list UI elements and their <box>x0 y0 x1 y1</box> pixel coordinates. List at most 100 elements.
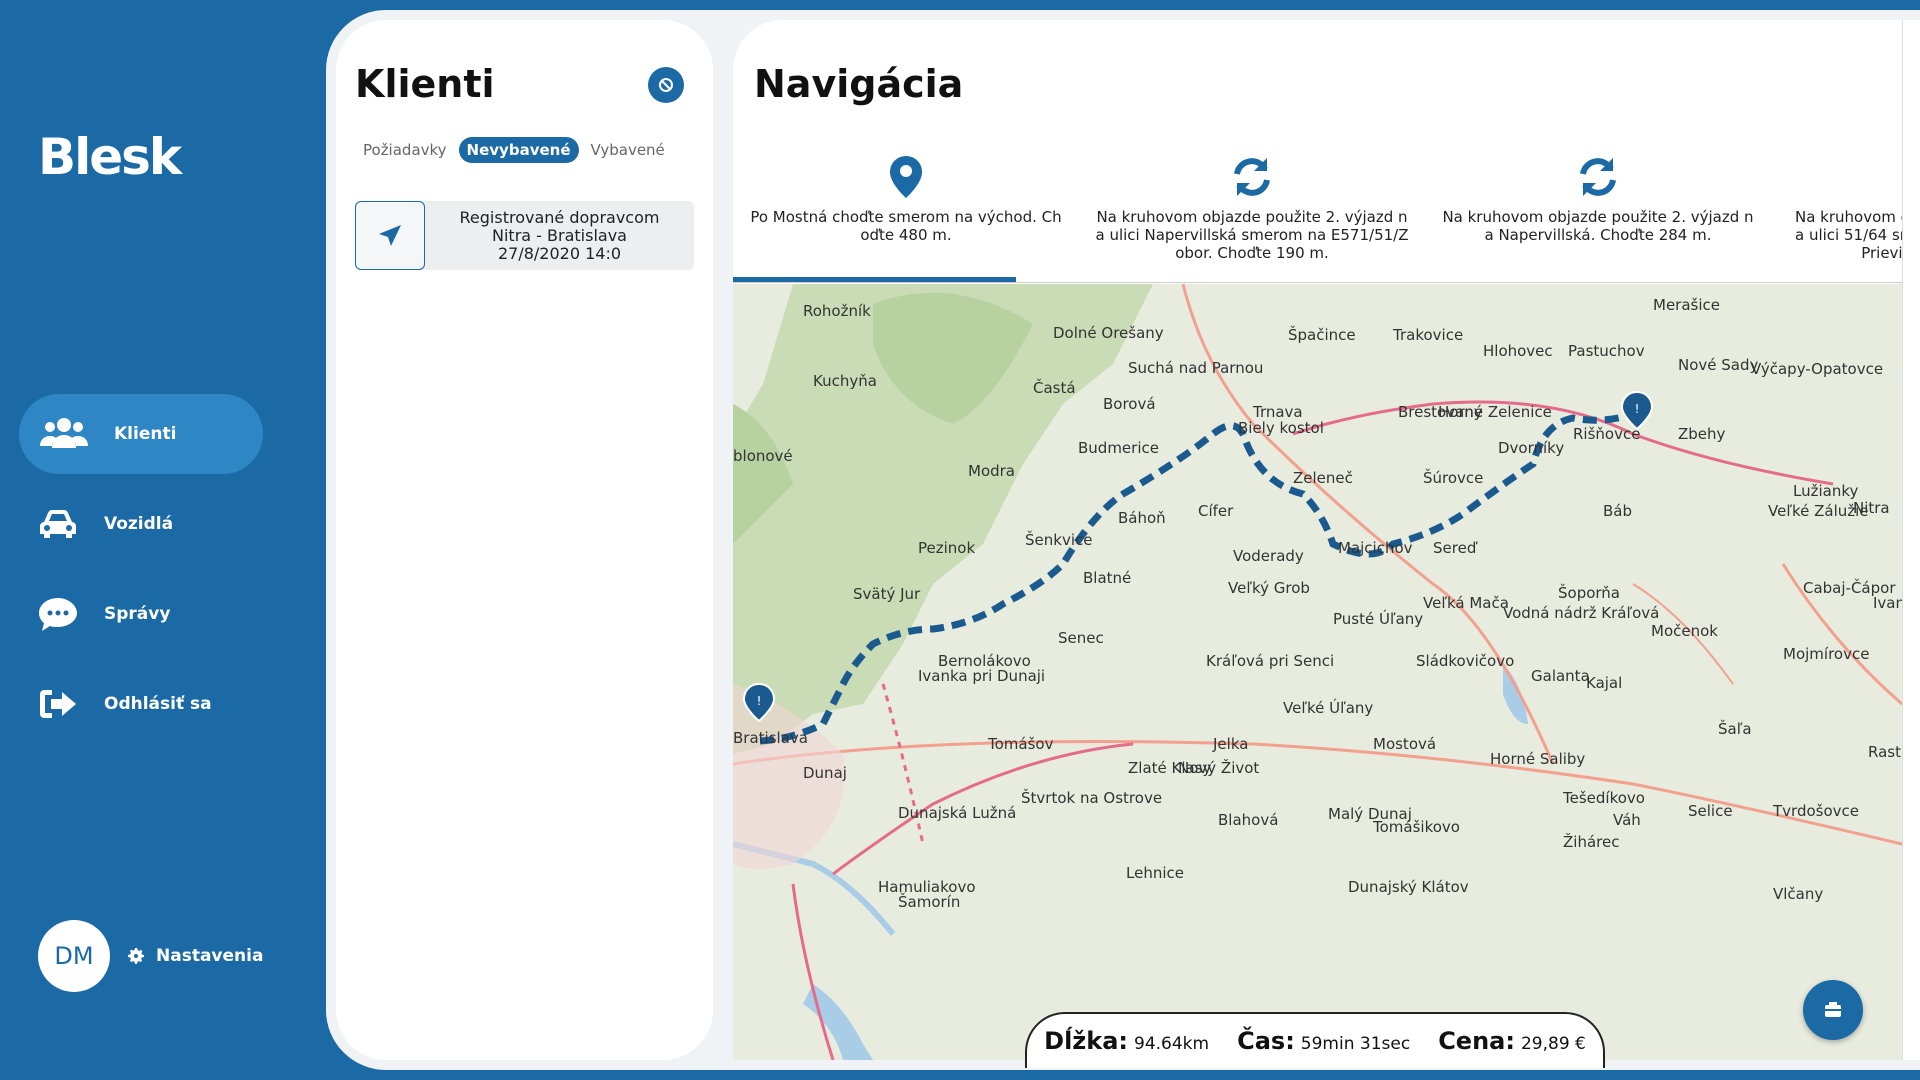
map-place-label: Borová <box>1103 395 1156 413</box>
map-place-label: Žihárec <box>1563 832 1619 851</box>
map-place-label: Močenok <box>1651 622 1718 640</box>
map-canvas[interactable]: ! ! Rohožník Dolné Orešany Špačince Trakovi… <box>733 284 1902 1060</box>
settings-button[interactable]: Nastavenia <box>126 946 263 966</box>
map-action-button[interactable] <box>1803 980 1863 1040</box>
map-place-label: Trakovice <box>1392 326 1463 344</box>
map-place-label: Tvrdošovce <box>1772 802 1859 820</box>
clients-panel: Klienti Požiadavky Nevybavené Vybavené R… <box>336 20 713 1060</box>
map-place-label: Štvrtok na Ostrove <box>1021 788 1162 807</box>
map-place-label: Blatné <box>1083 569 1131 587</box>
map-place-label: Mostová <box>1373 735 1436 753</box>
map-place-label: Horné Saliby <box>1490 750 1585 768</box>
summary-price: Cena: 29,89 € <box>1438 1027 1586 1055</box>
map-place-label: Rohožník <box>803 302 871 320</box>
sidebar-item-label: Odhlásiť sa <box>104 694 212 714</box>
clients-title: Klienti <box>355 62 495 106</box>
sidebar-nav: Klienti Vozidlá Správy Odhlásiť sa <box>0 394 326 754</box>
car-icon <box>38 504 90 544</box>
map-place-label: Lužianky <box>1793 482 1858 500</box>
map-place-label: Kajal <box>1586 674 1622 692</box>
sidebar-item-odhlasit[interactable]: Odhlásiť sa <box>0 664 326 744</box>
location-pin-icon <box>737 138 1075 200</box>
map-place-label: Veľký Grob <box>1228 579 1310 597</box>
sidebar-item-vozidla[interactable]: Vozidlá <box>0 484 326 564</box>
route-map[interactable]: ! ! Rohožník Dolné Orešany Špačince Trakovi… <box>733 284 1902 1060</box>
map-place-label: Budmerice <box>1078 439 1159 457</box>
map-place-label: Hlohovec <box>1483 342 1553 360</box>
sidebar-item-klienti[interactable]: Klienti <box>19 394 263 474</box>
client-card-text: Registrované dopravcom Nitra - Bratislav… <box>425 208 694 263</box>
nav-step[interactable]: Na kruhovom objazde použite 2. výjazd n … <box>1425 138 1771 303</box>
map-place-label: Selice <box>1688 802 1733 820</box>
map-place-label: Výčapy-Opatovce <box>1751 360 1883 378</box>
brand-logo: Blesk <box>38 128 182 186</box>
nav-step[interactable]: Na kruhovom objazde použite 2. výjazd n … <box>1079 138 1425 303</box>
chat-icon <box>38 594 90 634</box>
tab-vybavene[interactable]: Vybavené <box>583 137 673 163</box>
block-icon <box>659 78 673 92</box>
map-place-label: Ivanka pri Nitre <box>1873 594 1902 612</box>
navigation-arrow-icon <box>379 224 401 246</box>
nav-step[interactable]: Na kruhovom ob a ulici 51/64 sme Prievid… <box>1771 138 1920 303</box>
navigation-panel: Navigácia Po Mostná choďte smerom na výc… <box>733 20 1920 1060</box>
map-place-label: Modra <box>968 462 1015 480</box>
map-place-label: Rišňovce <box>1573 425 1640 443</box>
map-place-label: Jelka <box>1212 735 1248 753</box>
map-place-label: Dunajský Klátov <box>1348 878 1469 896</box>
map-place-label: Dvorníky <box>1498 439 1564 457</box>
map-place-label: Dunaj <box>803 764 847 782</box>
map-place-label: Senec <box>1058 629 1104 647</box>
gear-icon <box>128 948 144 964</box>
map-place-label: Svätý Jur <box>853 585 921 603</box>
sidebar-item-label: Správy <box>104 604 171 624</box>
map-place-label: Vodná nádrž Kráľová <box>1503 604 1659 622</box>
map-place-label: Nové Sady <box>1678 356 1759 374</box>
map-place-label: Sereď <box>1433 539 1478 557</box>
map-place-label: Suchá nad Parnou <box>1128 359 1263 377</box>
svg-text:!: ! <box>1635 402 1640 416</box>
navigate-button[interactable] <box>355 201 425 270</box>
clients-tabs: Požiadavky Nevybavené Vybavené <box>355 137 673 163</box>
map-place-label: Sládkovičovo <box>1416 652 1514 670</box>
map-place-label: Kráľová pri Senci <box>1206 652 1334 670</box>
map-place-label: Cífer <box>1198 502 1234 520</box>
map-place-label: blonové <box>733 447 793 465</box>
map-place-label: Váh <box>1613 811 1641 829</box>
map-place-label: Dolné Orešany <box>1053 324 1164 342</box>
nav-step-line2: oďte 480 m. <box>860 226 952 244</box>
map-place-label: Bratislava <box>733 729 808 747</box>
map-place-label: Častá <box>1033 378 1076 397</box>
client-card[interactable]: Registrované dopravcom Nitra - Bratislav… <box>355 201 694 270</box>
map-place-label: Šenkvice <box>1025 530 1092 549</box>
map-place-label: Tomášikovo <box>1372 818 1460 836</box>
map-place-label: Rastislavice <box>1868 743 1902 761</box>
map-place-label: Voderady <box>1233 547 1304 565</box>
map-place-label: Horné Zelenice <box>1438 403 1552 421</box>
map-place-label: Šúrovce <box>1423 468 1483 487</box>
map-place-label: Lehnice <box>1126 864 1184 882</box>
map-place-label: Majcichov <box>1338 539 1413 557</box>
map-place-label: Galanta <box>1531 667 1590 685</box>
summary-length: Dĺžka: 94.64km <box>1044 1027 1209 1055</box>
client-card-line2: Nitra - Bratislava <box>492 225 627 245</box>
nav-step-line2: a ulici Napervillská smerom na E571/51/Z <box>1095 226 1409 244</box>
map-place-label: Pastuchov <box>1568 342 1645 360</box>
map-place-label: Pezinok <box>918 539 975 557</box>
price-label: Cena: <box>1438 1027 1515 1055</box>
sidebar-item-spravy[interactable]: Správy <box>0 574 326 654</box>
sidebar-item-label: Vozidlá <box>104 514 174 534</box>
tab-poziadavky[interactable]: Požiadavky <box>355 137 455 163</box>
map-place-label: Biely kostol <box>1238 419 1324 437</box>
clients-filter-button[interactable] <box>648 67 684 103</box>
end-marker-icon[interactable]: ! <box>1620 390 1654 431</box>
tab-nevybavene[interactable]: Nevybavené <box>458 137 579 163</box>
map-place-label: Báb <box>1603 502 1632 520</box>
map-place-label: Mojmírovce <box>1783 645 1869 663</box>
map-place-label: Dunajská Lužná <box>898 804 1016 822</box>
map-place-label: Šamorín <box>898 892 960 911</box>
map-place-label: Kuchyňa <box>813 372 877 390</box>
scrollbar[interactable] <box>1902 20 1920 1060</box>
avatar[interactable]: DM <box>38 920 110 992</box>
time-label: Čas: <box>1237 1027 1295 1055</box>
map-place-label: Šaľa <box>1718 719 1752 738</box>
